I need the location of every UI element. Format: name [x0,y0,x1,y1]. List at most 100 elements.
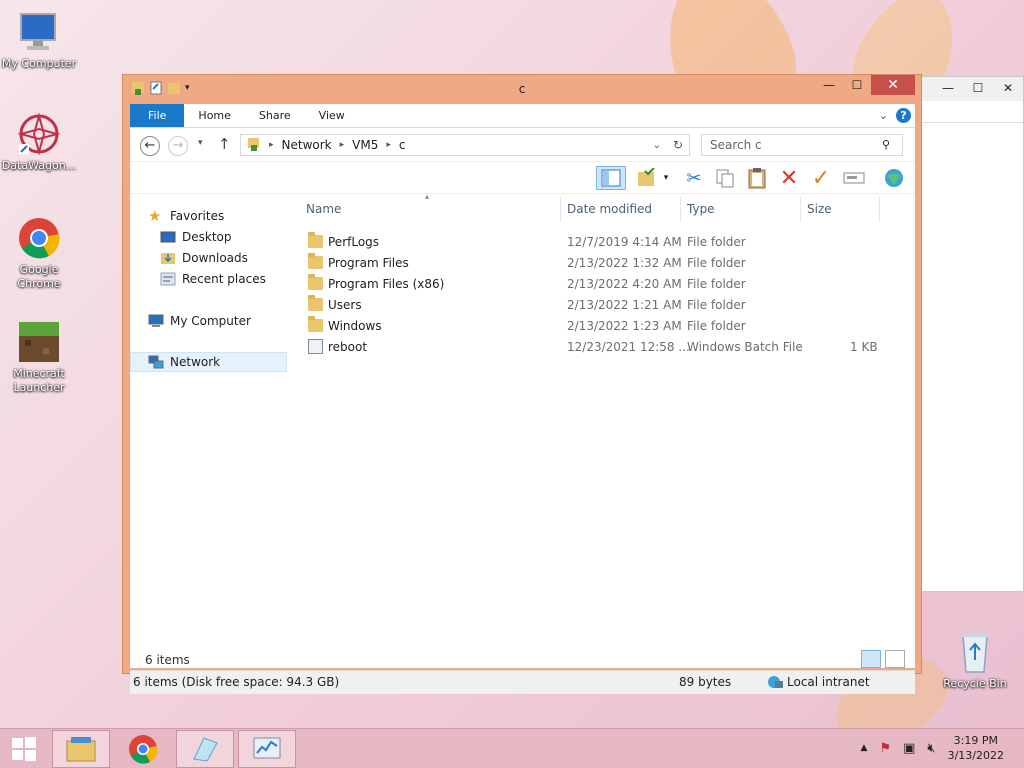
file-name: Program Files [328,256,409,270]
desktop-icon-my-computer[interactable]: My Computer [0,10,78,71]
minimize-button[interactable]: — [815,75,843,95]
forward-button[interactable]: → [168,136,188,156]
window-titlebar[interactable]: ▾ c — ☐ ✕ [123,75,921,103]
up-button[interactable]: ↑ [218,135,231,153]
desktop-icon-datawagon[interactable]: DataWagon... [0,112,78,173]
file-row-users[interactable]: Users 2/13/2022 1:21 AM File folder [300,295,880,316]
minimize-icon[interactable]: — [933,77,963,101]
column-header-type[interactable]: Type [681,196,801,222]
file-row-program-files-x86[interactable]: Program Files (x86) 2/13/2022 4:20 AM Fi… [300,274,880,295]
desktop-icon-minecraft-launcher[interactable]: Minecraft Launcher [0,320,78,395]
maximize-button[interactable]: ☐ [843,75,871,95]
breadcrumb-vm5[interactable]: VM5 [352,138,378,152]
star-icon: ★ [148,207,162,225]
chrome-icon [17,216,61,260]
nav-item-label: Network [170,355,221,369]
recent-locations-dropdown[interactable]: ▾ [198,138,203,148]
explorer-window[interactable]: ▾ c — ☐ ✕ File Home Share View ⌄ ? ← → ▾… [122,74,922,694]
address-bar[interactable]: ▸ Network ▸ VM5 ▸ c ⌄ ↻ [240,134,690,156]
address-dropdown-icon[interactable]: ⌄ [653,140,661,151]
nav-item-network[interactable]: Network [130,352,287,372]
breadcrumb-separator-icon[interactable]: ▸ [340,140,345,150]
file-row-program-files[interactable]: Program Files 2/13/2022 1:32 AM File fol… [300,253,880,274]
nav-item-downloads[interactable]: Downloads [160,248,248,268]
tab-home[interactable]: Home [184,104,244,127]
tab-view[interactable]: View [305,104,359,127]
start-button[interactable] [0,730,48,768]
file-name: Users [328,298,362,312]
status-zone: Local intranet [787,675,870,689]
preview-pane-button[interactable] [596,166,626,190]
breadcrumb-separator-icon[interactable]: ▸ [386,140,391,150]
close-icon[interactable]: ✕ [993,77,1023,101]
file-name: reboot [328,340,368,354]
network-tray-icon[interactable]: ▣ [903,741,915,756]
computer-icon [17,10,61,54]
column-header-name[interactable]: Name [300,196,561,222]
close-button[interactable]: ✕ [871,75,915,95]
breadcrumb-separator-icon[interactable]: ▸ [269,140,274,150]
refresh-icon[interactable]: ↻ [673,138,683,152]
search-input[interactable]: Search c [701,134,903,156]
delete-button[interactable]: ✕ [777,166,801,191]
nav-item-my-computer[interactable]: My Computer [148,311,251,331]
item-count: 6 items [145,653,190,667]
select-dropdown-icon[interactable]: ▾ [660,166,672,190]
properties-button[interactable]: ✓ [809,166,833,191]
search-icon[interactable]: ⚲ [882,138,890,151]
file-row-reboot[interactable]: reboot 12/23/2021 12:58 ... Windows Batc… [300,337,880,358]
clock[interactable]: 3:19 PM 3/13/2022 [948,733,1004,763]
downloads-icon [160,251,176,265]
desktop-icon-label: My Computer [1,57,77,70]
file-row-perflogs[interactable]: PerfLogs 12/7/2019 4:14 AM File folder [300,232,880,253]
desktop-icon-label: DataWagon... [1,159,77,172]
paste-button[interactable] [745,166,769,190]
volume-muted-icon[interactable]: 🔇︎ [927,741,935,756]
file-date: 12/7/2019 4:14 AM [567,235,682,249]
details-view-icon[interactable] [861,650,881,668]
file-type: File folder [687,235,746,249]
copy-button[interactable] [713,166,737,190]
background-window-ribbon [922,101,1023,123]
desktop-icon-recycle-bin[interactable]: Recycle Bin [936,630,1014,691]
file-name: PerfLogs [328,235,380,249]
back-button[interactable]: ← [140,136,160,156]
taskbar-chrome[interactable] [114,730,172,768]
nav-item-label: Recent places [182,272,266,286]
breadcrumb-network[interactable]: Network [282,138,332,152]
nav-item-favorites[interactable]: ★ Favorites [148,206,224,226]
cut-button[interactable]: ✂ [682,166,706,190]
background-window[interactable]: — ☐ ✕ [921,76,1024,592]
nav-item-desktop[interactable]: Desktop [160,227,232,247]
select-all-button[interactable] [635,166,659,190]
file-row-windows[interactable]: Windows 2/13/2022 1:23 AM File folder [300,316,880,337]
large-icons-view-icon[interactable] [885,650,905,668]
show-hidden-icons-icon[interactable]: ▲ [861,743,868,753]
maximize-icon[interactable]: ☐ [963,77,993,101]
network-globe-button[interactable] [882,166,906,190]
desktop-icon-google-chrome[interactable]: Google Chrome [0,216,78,291]
action-center-flag-icon[interactable]: ⚑ [879,741,891,756]
rename-icon [843,172,865,184]
taskbar-app-window[interactable] [176,730,234,768]
nav-item-recent-places[interactable]: Recent places [160,269,266,289]
rename-button[interactable] [842,166,866,190]
file-list: ▴ Name Date modified Type Size PerfLogs … [300,192,910,636]
taskbar-performance-monitor[interactable] [238,730,296,768]
help-icon[interactable]: ? [896,108,911,123]
status-bar: 6 items (Disk free space: 94.3 GB) 89 by… [130,670,915,694]
desktop-icon-label: Minecraft Launcher [13,367,65,394]
expand-ribbon-icon[interactable]: ⌄ [879,109,888,122]
column-header-size[interactable]: Size [801,196,880,222]
file-date: 2/13/2022 1:32 AM [567,256,682,270]
network-icon [148,355,164,369]
tab-file[interactable]: File [130,104,185,127]
network-location-icon [247,136,261,155]
taskbar-file-explorer[interactable] [52,730,110,768]
clipboard-icon [748,168,766,189]
window-controls: — ☐ ✕ [815,75,915,95]
column-header-date-modified[interactable]: Date modified [561,196,681,222]
ribbon-tabs: File Home Share View ⌄ ? [130,104,915,128]
breadcrumb-c[interactable]: c [399,138,406,152]
tab-share[interactable]: Share [245,104,305,127]
